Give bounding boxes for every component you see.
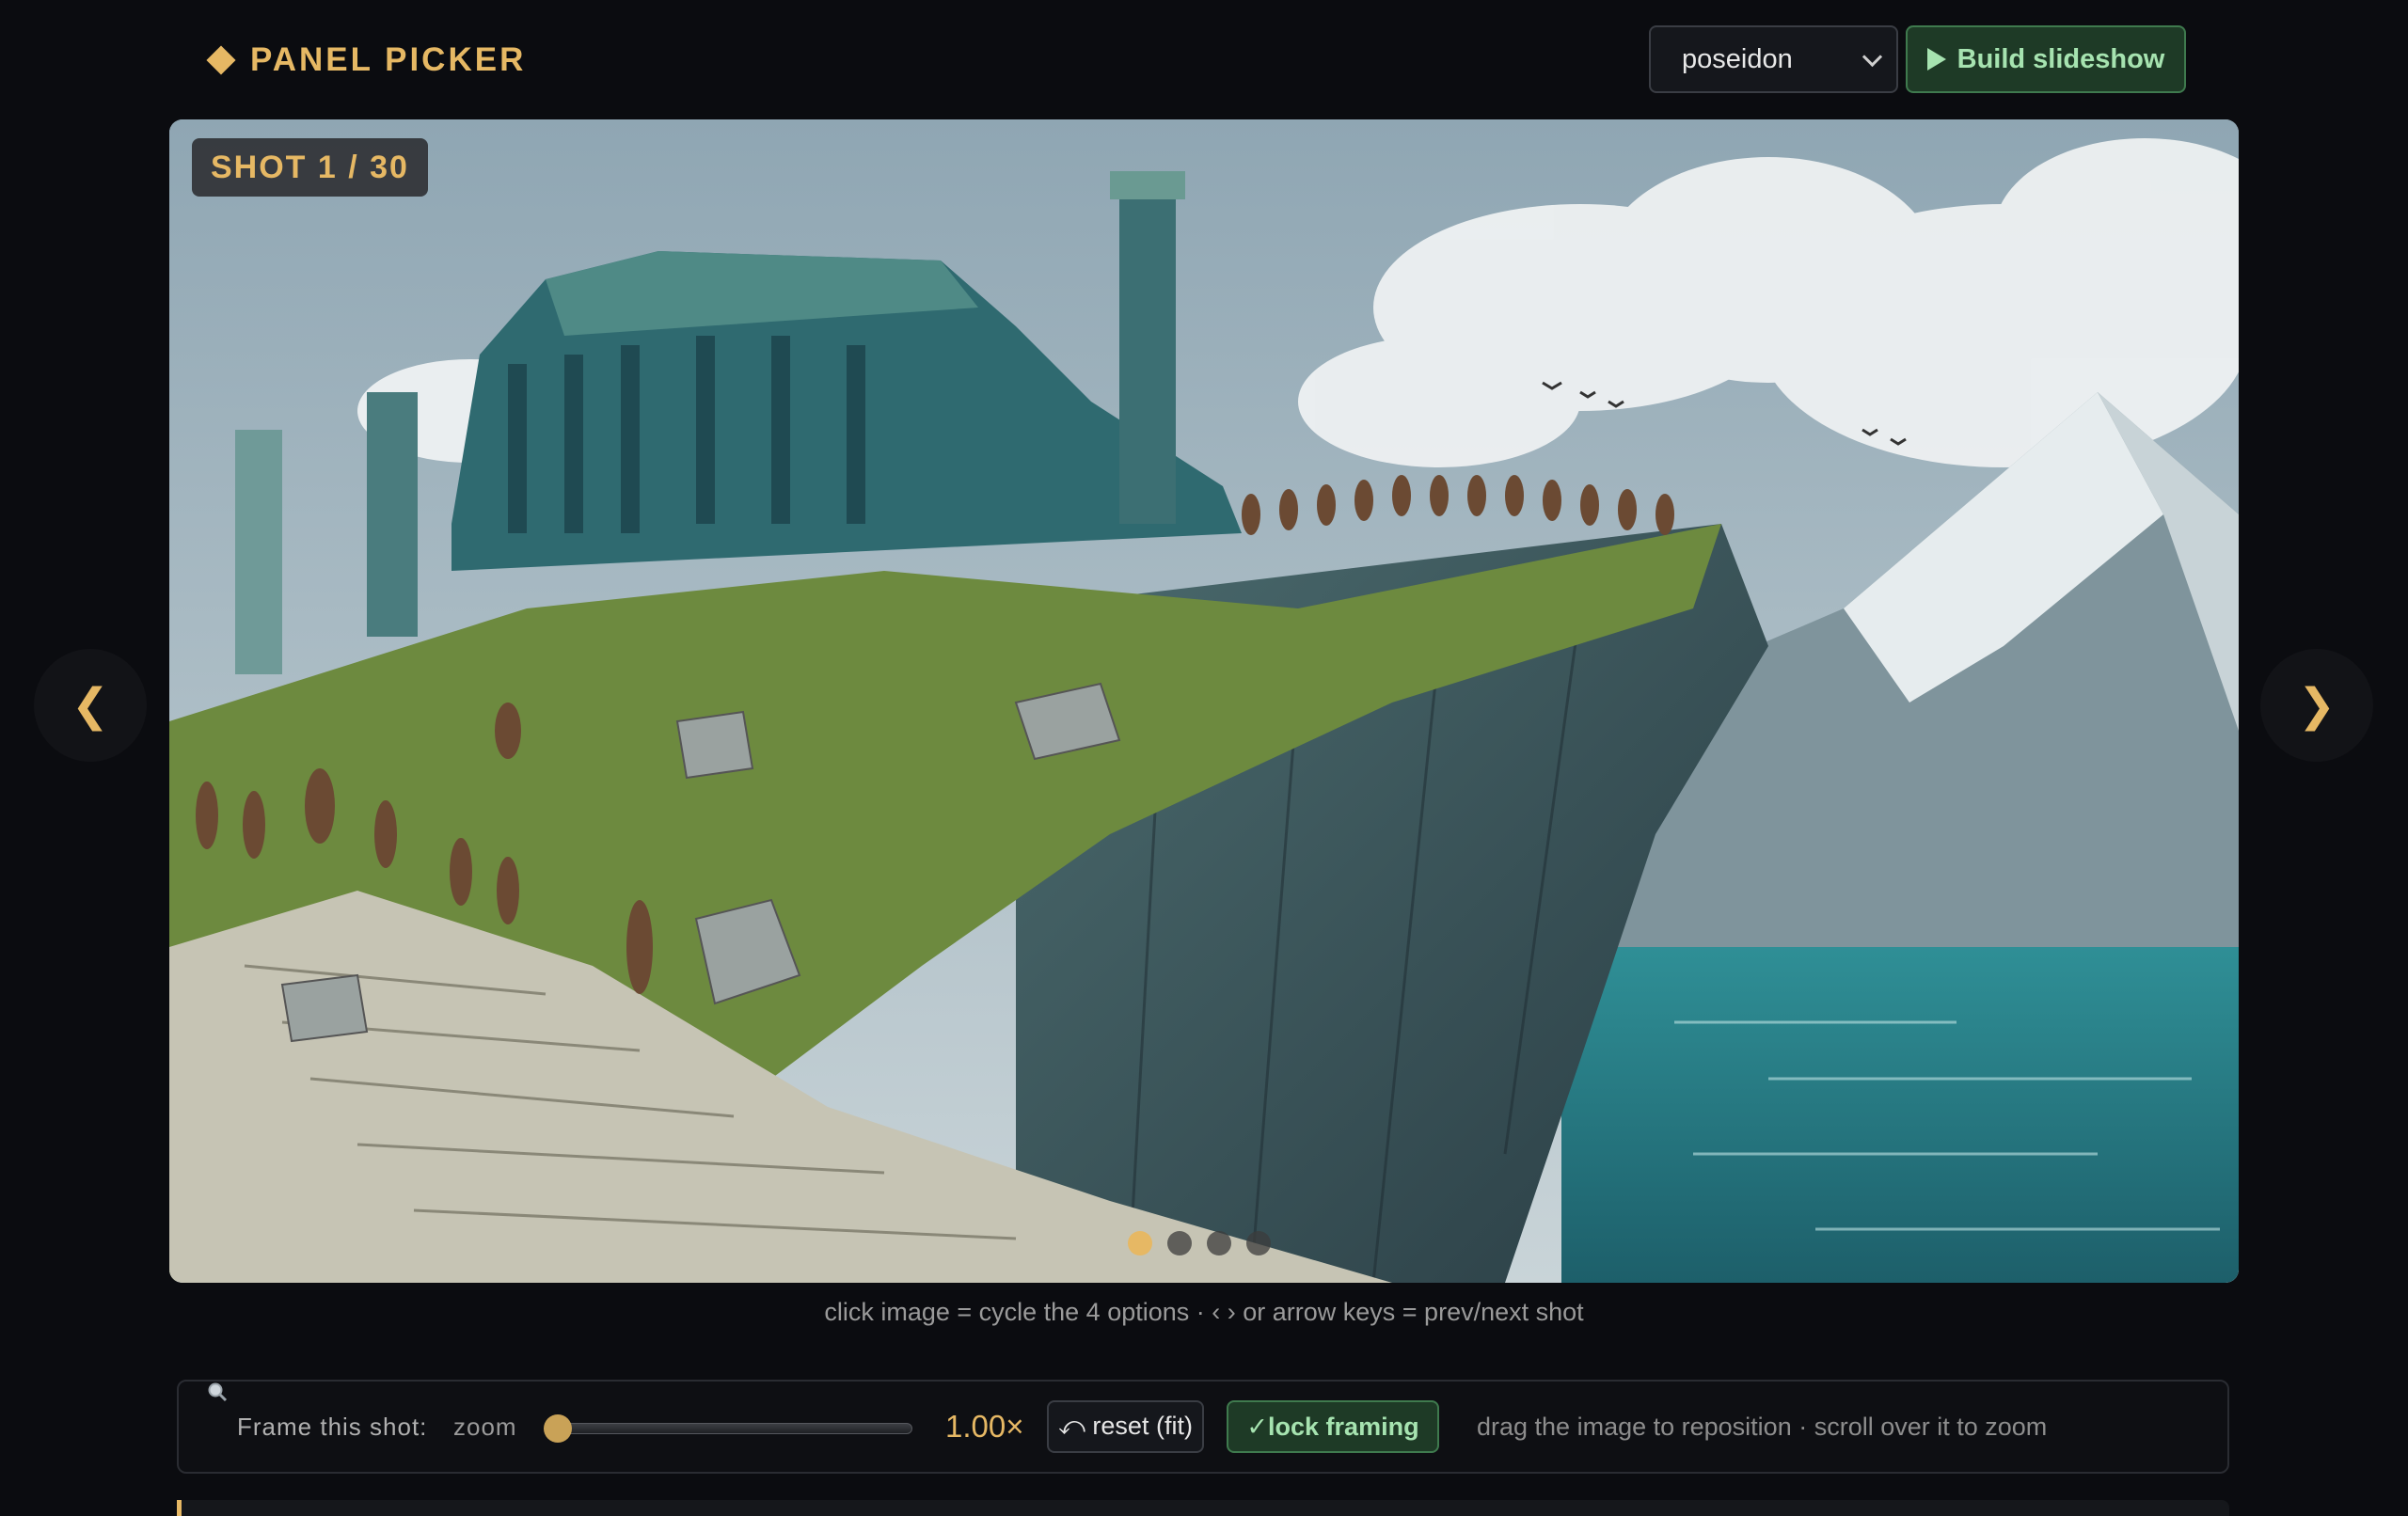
shot-image-viewer[interactable]: SHOT 1 / 30 — [169, 119, 2239, 1283]
zoom-label: zoom — [453, 1412, 517, 1441]
app-header: PANEL PICKER poseidon Build slideshow — [0, 0, 2408, 118]
option-dot[interactable] — [1246, 1231, 1271, 1255]
lock-framing-button[interactable]: ✓lock framing — [1227, 1400, 1439, 1453]
zoom-value: 1.00× — [945, 1409, 1024, 1444]
diamond-icon — [206, 45, 236, 75]
shot-image[interactable] — [169, 119, 2239, 1283]
frame-shot-label: Frame this shot: — [237, 1412, 428, 1441]
project-select[interactable]: poseidon — [1649, 25, 1898, 93]
option-dot[interactable] — [1207, 1231, 1231, 1255]
viewer-hint: click image = cycle the 4 options · ‹ › … — [824, 1298, 1584, 1326]
search-icon — [207, 1382, 228, 1402]
chevron-right-icon: ❯ — [2297, 681, 2337, 731]
play-icon — [1926, 48, 1946, 71]
framing-panel: Frame this shot: zoom 1.00× ⤺ reset (fit… — [177, 1380, 2229, 1474]
panel-accent — [177, 1500, 182, 1516]
shot-counter-badge: SHOT 1 / 30 — [192, 138, 428, 197]
zoom-slider-thumb[interactable] — [544, 1414, 572, 1443]
app-title: PANEL PICKER — [250, 41, 527, 78]
brand: PANEL PICKER — [205, 39, 526, 81]
chevron-down-icon — [1861, 46, 1883, 68]
build-slideshow-label: Build slideshow — [1956, 43, 2165, 74]
chevron-left-icon: ❮ — [71, 681, 110, 731]
build-slideshow-button[interactable]: Build slideshow — [1906, 25, 2186, 93]
project-select-value: poseidon — [1682, 43, 1793, 74]
option-dot[interactable] — [1167, 1231, 1192, 1255]
drag-hint: drag the image to reposition · scroll ov… — [1477, 1412, 2048, 1441]
next-shot-button[interactable]: ❯ — [2260, 649, 2373, 762]
option-dots — [1128, 1231, 1271, 1255]
zoom-slider[interactable] — [547, 1423, 912, 1434]
reset-fit-button[interactable]: ⤺ reset (fit) — [1047, 1400, 1204, 1453]
option-dot[interactable] — [1128, 1231, 1152, 1255]
bottom-panel — [177, 1500, 2229, 1516]
prev-shot-button[interactable]: ❮ — [34, 649, 147, 762]
